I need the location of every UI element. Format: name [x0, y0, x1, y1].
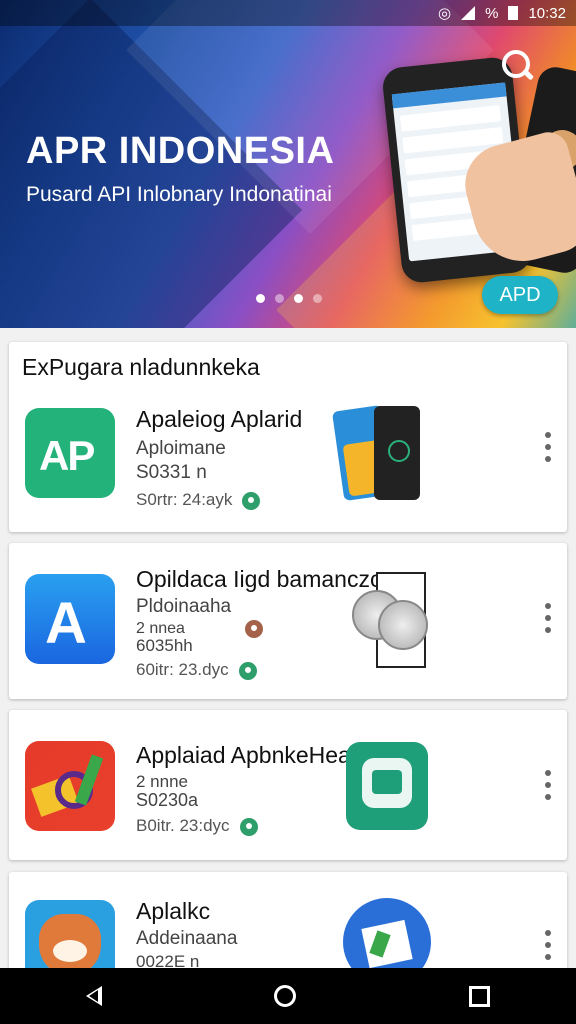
app-info: 6035hh — [136, 636, 193, 655]
more-options-icon[interactable] — [544, 432, 552, 462]
more-options-icon[interactable] — [544, 603, 552, 633]
pager-dot[interactable] — [294, 294, 303, 303]
letter-a-icon[interactable]: A — [25, 574, 115, 664]
banner-subtitle: Pusard API Inlobnary Indonatinai — [26, 183, 332, 206]
more-options-icon[interactable] — [544, 930, 552, 960]
battery-icon — [508, 6, 519, 20]
app-info: S0230a — [136, 790, 199, 810]
app-developer: Aploimane — [136, 438, 226, 459]
hero-banner[interactable]: APR INDONESIA Pusard API Inlobnary Indon… — [0, 0, 576, 328]
banner-title: APR INDONESIA — [26, 130, 335, 172]
app-name[interactable]: Apaleiog Aplarid — [136, 406, 302, 433]
colorful-logo-icon[interactable] — [25, 741, 115, 831]
ap-logo-icon[interactable]: AP — [25, 408, 115, 498]
back-icon[interactable] — [86, 986, 103, 1006]
pager-dot[interactable] — [313, 294, 322, 303]
chat-app-icon — [346, 742, 428, 830]
status-badge-icon — [242, 491, 261, 510]
clock: 10:32 — [528, 4, 566, 22]
battery-percent: % — [485, 4, 499, 22]
status-bar: ◎ % 10:32 — [0, 0, 576, 26]
signal-icon — [461, 6, 476, 20]
clock-icon — [352, 572, 428, 668]
app-info: 2 nnne — [136, 772, 188, 791]
app-name[interactable]: Applaiad ApbnkeHea — [136, 742, 351, 769]
system-nav-bar — [0, 968, 576, 1024]
apd-button[interactable]: APD — [482, 276, 558, 314]
app-developer: Pldoinaaha — [136, 596, 232, 617]
banner-pager[interactable] — [256, 294, 322, 303]
phone-preview-icon — [331, 402, 424, 502]
status-badge-icon — [244, 620, 263, 638]
app-meta: B0itr. 23:dyc — [136, 816, 258, 836]
wifi-icon: ◎ — [438, 5, 452, 22]
status-badge-icon — [238, 661, 257, 680]
home-icon[interactable] — [274, 985, 297, 1007]
status-badge-icon — [239, 817, 258, 836]
app-meta: S0rtr: 24:ayk — [136, 490, 261, 510]
app-name[interactable]: Aplalkc — [136, 898, 210, 925]
section-title: ExPugara nladunnkeka — [22, 354, 260, 380]
app-developer: Addeinaana — [136, 928, 238, 949]
more-options-icon[interactable] — [544, 770, 552, 800]
search-icon[interactable] — [496, 44, 536, 84]
app-meta: 60itr: 23.dyc — [136, 660, 257, 680]
pager-dot[interactable] — [275, 294, 284, 303]
recent-apps-icon[interactable] — [468, 985, 490, 1007]
app-info: S0331 n — [136, 462, 207, 483]
pager-dot[interactable] — [256, 294, 265, 303]
